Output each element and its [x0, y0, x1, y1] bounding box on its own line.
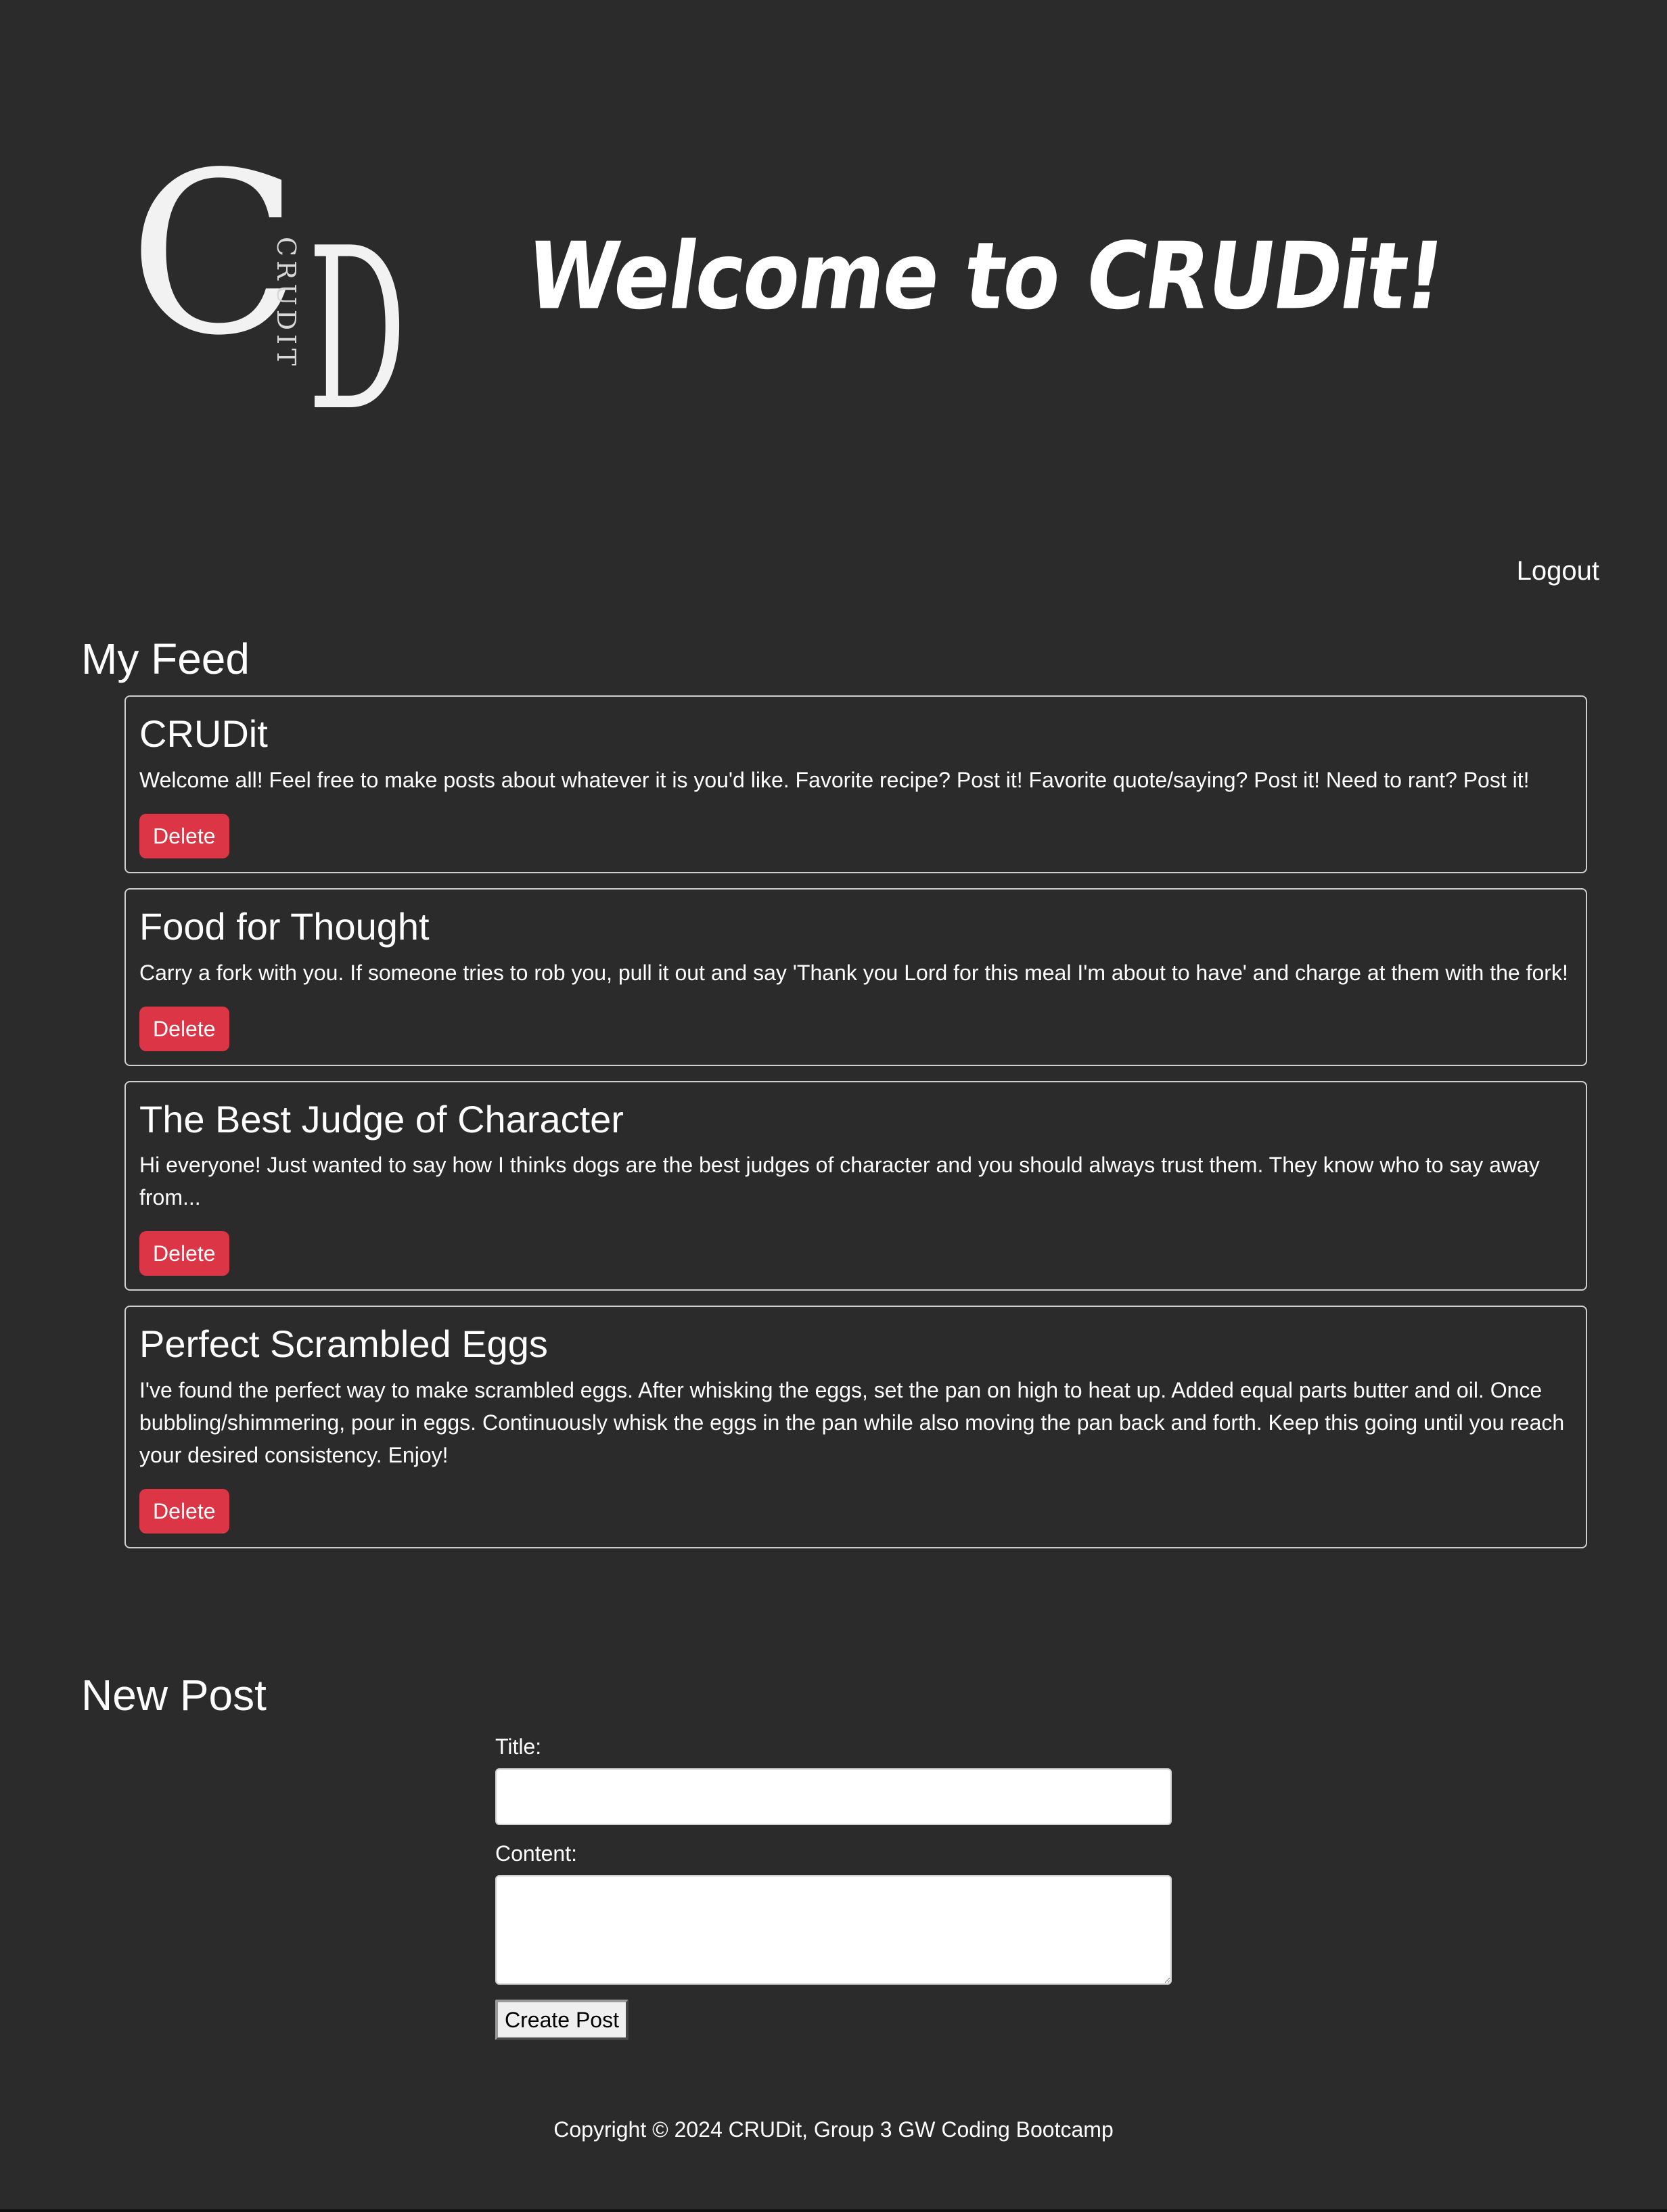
post-title: CRUDit	[139, 712, 268, 755]
title-label: Title:	[495, 1734, 542, 1759]
delete-post-button[interactable]: Delete	[139, 1231, 229, 1276]
post-card: CRUDit Welcome all! Feel free to make po…	[124, 695, 1587, 873]
page-title: Welcome to CRUDit!	[520, 222, 1451, 330]
post-card: Perfect Scrambled Eggs I've found the pe…	[124, 1306, 1587, 1549]
logo-vertical-text: CRUDIT	[271, 237, 301, 370]
post-title: Food for Thought	[139, 904, 430, 948]
post-content: I've found the perfect way to make scram…	[139, 1378, 1565, 1468]
post-title: Perfect Scrambled Eggs	[139, 1322, 548, 1366]
new-post-heading: New Post	[81, 1671, 267, 1720]
post-feed: CRUDit Welcome all! Feel free to make po…	[124, 695, 1587, 1563]
delete-post-button[interactable]: Delete	[139, 1006, 229, 1051]
delete-post-button[interactable]: Delete	[139, 813, 229, 858]
footer-copyright: Copyright © 2024 CRUDit, Group 3 GW Codi…	[553, 2117, 1114, 2142]
feed-heading: My Feed	[81, 635, 250, 683]
post-card: Food for Thought Carry a fork with you. …	[124, 888, 1587, 1066]
post-card: The Best Judge of Character Hi everyone!…	[124, 1080, 1587, 1291]
title-input[interactable]	[495, 1768, 1172, 1825]
bottom-divider	[0, 2209, 1667, 2212]
content-textarea[interactable]	[495, 1875, 1172, 1985]
post-content: Hi everyone! Just wanted to say how I th…	[139, 1153, 1540, 1210]
post-title: The Best Judge of Character	[139, 1097, 624, 1140]
delete-post-button[interactable]: Delete	[139, 1489, 229, 1534]
post-content: Welcome all! Feel free to make posts abo…	[139, 767, 1530, 792]
logout-link[interactable]: Logout	[1517, 556, 1599, 586]
site-header: C D CRUDIT Welcome to CRUDit! Logout	[0, 0, 1667, 586]
new-post-form: Title: Content: Create Post	[495, 1733, 1172, 2040]
logo-letter-d: D	[308, 200, 407, 419]
create-post-button[interactable]: Create Post	[495, 2000, 629, 2040]
crudit-logo: C D CRUDIT	[129, 162, 440, 419]
post-content: Carry a fork with you. If someone tries …	[139, 960, 1568, 985]
content-label: Content:	[495, 1841, 577, 1866]
